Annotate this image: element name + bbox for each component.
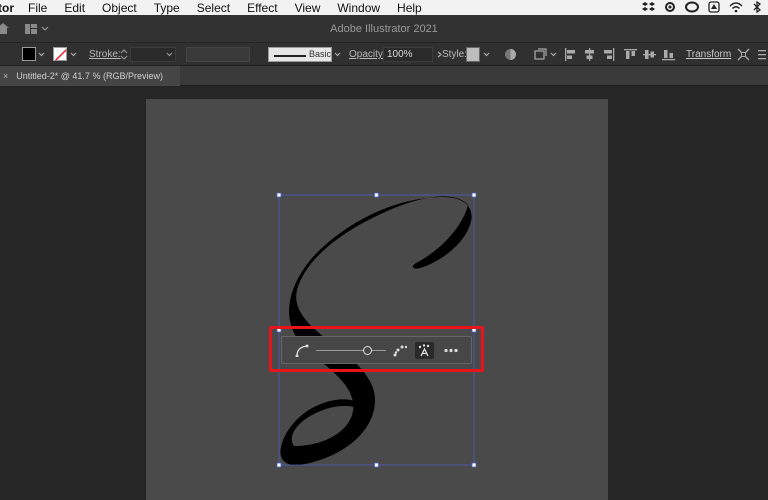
resize-handle[interactable] [471, 462, 477, 468]
resize-handle[interactable] [471, 192, 477, 198]
resize-handle[interactable] [276, 192, 282, 198]
resize-handle[interactable] [276, 462, 282, 468]
resize-handle[interactable] [374, 192, 379, 198]
resize-handle[interactable] [374, 462, 379, 468]
artwork-layer [276, 192, 477, 468]
highlight-box [269, 326, 484, 372]
